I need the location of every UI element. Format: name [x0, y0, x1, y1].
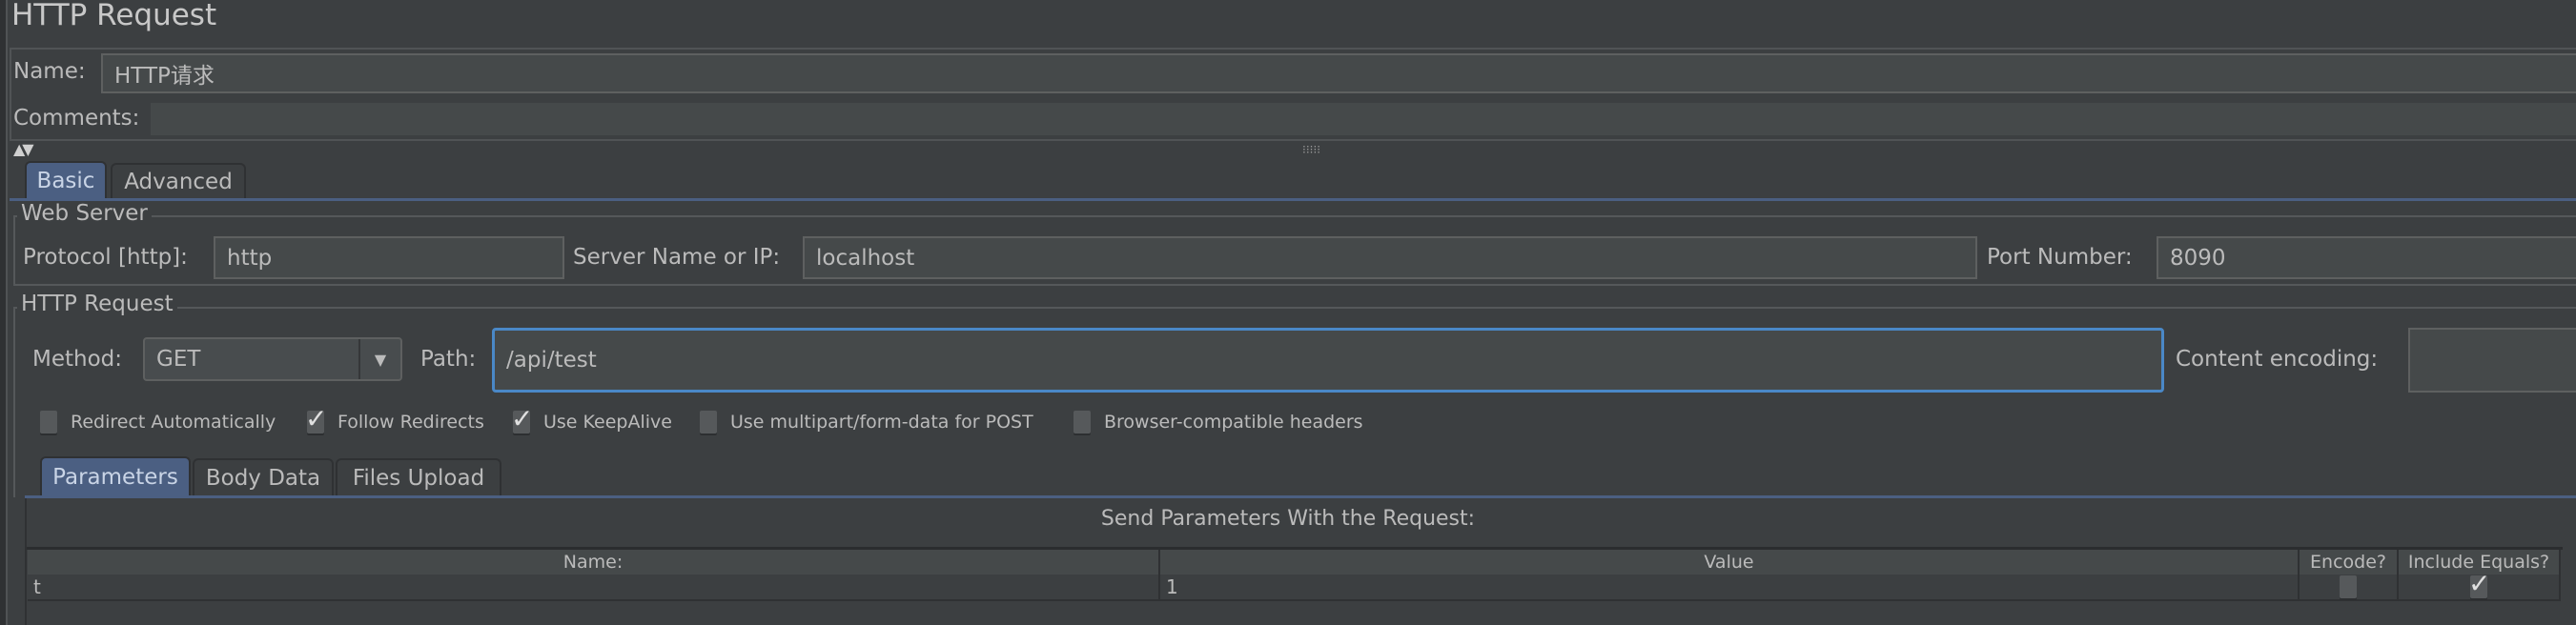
server-input[interactable]: localhost — [803, 236, 1977, 279]
checkbox-box[interactable] — [1073, 411, 1091, 433]
checkbox-label: Use multipart/form-data for POST — [730, 412, 1033, 433]
follow-redirects-checkbox[interactable]: Follow Redirects — [305, 403, 484, 434]
use-multipart-checkbox[interactable]: Use multipart/form-data for POST — [700, 411, 1033, 433]
tab-parameters[interactable]: Parameters — [40, 456, 191, 496]
table-cell-include-equals[interactable] — [2399, 568, 2561, 601]
include-equals-checkmark-icon[interactable] — [2468, 568, 2490, 599]
name-input[interactable]: HTTP请求 — [101, 53, 2576, 93]
checkbox-box[interactable] — [40, 411, 57, 433]
left-border — [0, 0, 8, 625]
checkmark-icon[interactable] — [305, 403, 327, 434]
encode-checkbox[interactable] — [2340, 575, 2357, 598]
protocol-input[interactable]: http — [214, 236, 564, 279]
web-server-legend: Web Server — [17, 201, 152, 226]
params-caption: Send Parameters With the Request: — [1100, 507, 1476, 531]
content-encoding-input[interactable] — [2408, 328, 2576, 393]
checkbox-label: Redirect Automatically — [71, 412, 276, 433]
splitter-grip-icon[interactable]: ⁝⁝⁝⁝⁝ — [1302, 143, 1320, 156]
page-title: HTTP Request — [11, 0, 217, 32]
path-label: Path: — [420, 347, 477, 372]
path-input[interactable]: /api/test — [492, 328, 2164, 393]
chevron-down-icon[interactable]: ▼ — [358, 339, 400, 379]
column-header-value[interactable]: Value — [1160, 550, 2300, 575]
comments-label: Comments: — [13, 106, 140, 131]
tab-underline — [25, 495, 2576, 498]
method-label: Method: — [32, 347, 123, 372]
server-label: Server Name or IP: — [573, 245, 781, 270]
splitter-arrows-icon[interactable]: ▲▼ — [13, 140, 34, 158]
checkbox-box[interactable] — [700, 411, 717, 433]
tab-underline — [10, 198, 2576, 201]
checkbox-label: Follow Redirects — [337, 412, 484, 433]
tab-body-data[interactable]: Body Data — [193, 458, 334, 496]
table-cell-name[interactable]: t — [28, 575, 1160, 601]
method-value: GET — [156, 347, 201, 372]
comments-input[interactable] — [151, 103, 2576, 135]
checkmark-icon[interactable] — [511, 403, 533, 434]
http-request-legend: HTTP Request — [17, 292, 177, 316]
content-encoding-label: Content encoding: — [2176, 347, 2379, 372]
checkbox-label: Browser-compatible headers — [1104, 412, 1363, 433]
name-label: Name: — [13, 59, 86, 84]
tab-files-upload[interactable]: Files Upload — [336, 458, 501, 496]
protocol-label: Protocol [http]: — [23, 245, 188, 270]
redirect-automatically-checkbox[interactable]: Redirect Automatically — [40, 411, 276, 433]
use-keepalive-checkbox[interactable]: Use KeepAlive — [511, 403, 672, 434]
column-header-encode[interactable]: Encode? — [2300, 550, 2399, 575]
method-select[interactable]: GET ▼ — [143, 337, 402, 381]
checkbox-label: Use KeepAlive — [543, 412, 672, 433]
port-label: Port Number: — [1987, 245, 2133, 270]
tab-basic[interactable]: Basic — [25, 161, 107, 199]
tab-advanced[interactable]: Advanced — [111, 163, 246, 199]
browser-compatible-headers-checkbox[interactable]: Browser-compatible headers — [1073, 411, 1363, 433]
column-header-name[interactable]: Name: — [28, 550, 1160, 575]
table-cell-encode[interactable] — [2300, 575, 2399, 601]
port-input[interactable]: 8090 — [2157, 236, 2576, 279]
table-cell-value[interactable]: 1 — [1160, 575, 2300, 601]
